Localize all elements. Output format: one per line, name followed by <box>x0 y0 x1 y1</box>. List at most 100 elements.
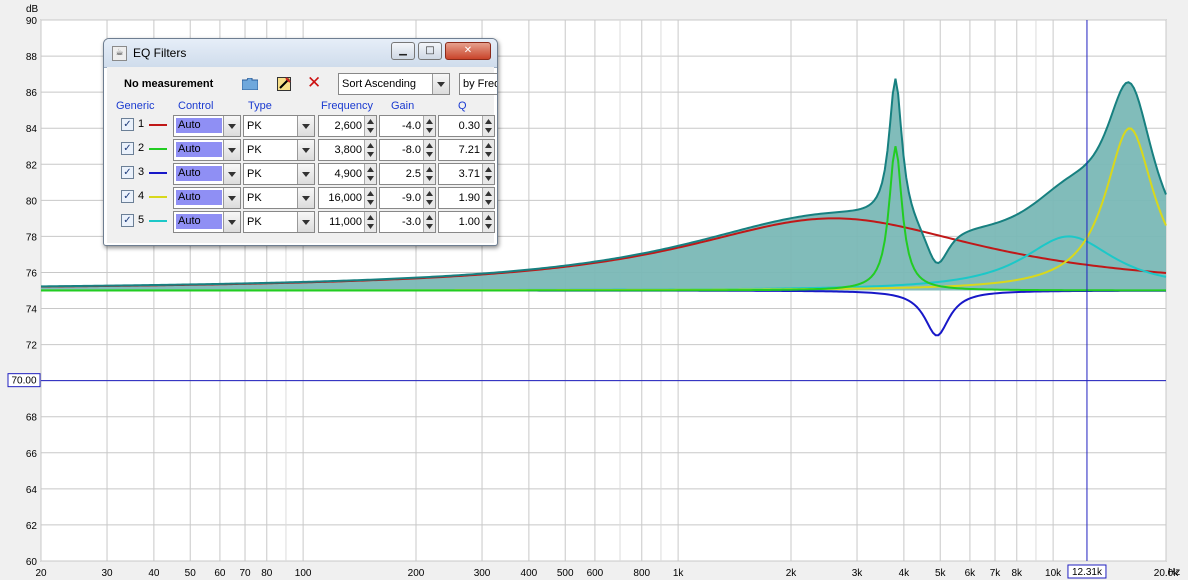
x-tick-label: 8k <box>1011 568 1023 579</box>
control-select-value: Auto <box>176 214 222 229</box>
x-tick-label: 30 <box>101 568 113 579</box>
filter-row: ✓ 4 Auto PK 16,000 -9.0 1.90 <box>107 186 495 209</box>
q-field[interactable]: 3.71 <box>438 163 495 185</box>
x-tick-label: 6k <box>965 568 977 579</box>
control-select[interactable]: Auto <box>173 139 241 161</box>
control-select-value: Auto <box>176 166 222 181</box>
chevron-down-icon[interactable] <box>223 212 240 232</box>
header-gain: Gain <box>391 100 415 112</box>
chevron-down-icon[interactable] <box>297 116 314 136</box>
folder-icon[interactable] <box>242 78 258 90</box>
q-field[interactable]: 1.00 <box>438 211 495 233</box>
frequency-value: 4,900 <box>334 168 362 180</box>
spinner-arrows-icon[interactable] <box>423 140 435 160</box>
control-select[interactable]: Auto <box>173 187 241 209</box>
x-tick-label: 600 <box>587 568 604 579</box>
filter-enable-checkbox[interactable]: ✓ <box>121 190 134 203</box>
type-select[interactable]: PK <box>243 139 315 161</box>
spinner-arrows-icon[interactable] <box>423 164 435 184</box>
q-value: 1.90 <box>458 192 480 204</box>
chevron-down-icon[interactable] <box>223 164 240 184</box>
filter-color-swatch <box>149 148 167 150</box>
chevron-down-icon[interactable] <box>297 164 314 184</box>
type-select[interactable]: PK <box>243 211 315 233</box>
header-control: Control <box>178 100 214 112</box>
spinner-arrows-icon[interactable] <box>482 140 494 160</box>
x-tick-label: 100 <box>295 568 312 579</box>
filter-enable-checkbox[interactable]: ✓ <box>121 142 134 155</box>
filter-enable-checkbox[interactable]: ✓ <box>121 214 134 227</box>
type-select[interactable]: PK <box>243 115 315 137</box>
filter-enable-checkbox[interactable]: ✓ <box>121 118 134 131</box>
gain-field[interactable]: -3.0 <box>379 211 436 233</box>
spinner-arrows-icon[interactable] <box>364 116 376 136</box>
y-unit-label: dB <box>26 4 39 15</box>
spinner-arrows-icon[interactable] <box>482 212 494 232</box>
spinner-arrows-icon[interactable] <box>364 188 376 208</box>
chevron-down-icon[interactable] <box>223 140 240 160</box>
chevron-down-icon[interactable] <box>297 188 314 208</box>
q-field[interactable]: 7.21 <box>438 139 495 161</box>
minimize-button[interactable]: ▁ <box>391 42 415 60</box>
gain-field[interactable]: 2.5 <box>379 163 436 185</box>
window-titlebar[interactable]: ☕ EQ Filters ▁ □ ✕ <box>104 39 497 68</box>
spinner-arrows-icon[interactable] <box>423 188 435 208</box>
chevron-down-icon[interactable] <box>297 212 314 232</box>
spinner-arrows-icon[interactable] <box>423 116 435 136</box>
filter-number: 4 <box>138 190 145 202</box>
x-tick-label: 500 <box>557 568 574 579</box>
q-field[interactable]: 1.90 <box>438 187 495 209</box>
control-select[interactable]: Auto <box>173 163 241 185</box>
window-title: EQ Filters <box>133 46 187 60</box>
spinner-arrows-icon[interactable] <box>482 116 494 136</box>
spinner-arrows-icon[interactable] <box>364 140 376 160</box>
y-tick-label: 64 <box>26 485 38 496</box>
type-select[interactable]: PK <box>243 187 315 209</box>
sort-select-value: Sort Ascending <box>342 78 416 90</box>
gain-field[interactable]: -9.0 <box>379 187 436 209</box>
gain-field[interactable]: -8.0 <box>379 139 436 161</box>
chevron-down-icon[interactable] <box>432 74 449 94</box>
spinner-arrows-icon[interactable] <box>364 164 376 184</box>
gain-value: -8.0 <box>402 144 421 156</box>
filter-color-swatch <box>149 124 167 126</box>
frequency-field[interactable]: 16,000 <box>318 187 377 209</box>
eq-filters-window[interactable]: ☕ EQ Filters ▁ □ ✕ No measurement ✕ Sort… <box>103 38 498 246</box>
type-select[interactable]: PK <box>243 163 315 185</box>
sort-by-select[interactable]: by Frequency <box>459 73 497 95</box>
spinner-arrows-icon[interactable] <box>482 188 494 208</box>
x-tick-label: 80 <box>261 568 273 579</box>
frequency-field[interactable]: 11,000 <box>318 211 377 233</box>
y-tick-label: 74 <box>26 305 38 316</box>
frequency-field[interactable]: 2,600 <box>318 115 377 137</box>
sort-by-select-value: by Frequency <box>463 78 497 90</box>
y-tick-label: 66 <box>26 449 38 460</box>
header-type: Type <box>248 100 272 112</box>
spinner-arrows-icon[interactable] <box>364 212 376 232</box>
spinner-arrows-icon[interactable] <box>423 212 435 232</box>
chevron-down-icon[interactable] <box>297 140 314 160</box>
control-select[interactable]: Auto <box>173 211 241 233</box>
close-button[interactable]: ✕ <box>445 42 491 60</box>
spinner-arrows-icon[interactable] <box>482 164 494 184</box>
maximize-button[interactable]: □ <box>418 42 442 60</box>
control-select[interactable]: Auto <box>173 115 241 137</box>
gain-field[interactable]: -4.0 <box>379 115 436 137</box>
q-field[interactable]: 0.30 <box>438 115 495 137</box>
chevron-down-icon[interactable] <box>223 188 240 208</box>
gain-value: 2.5 <box>405 168 421 180</box>
x-tick-label: 300 <box>474 568 491 579</box>
q-value: 3.71 <box>458 168 480 180</box>
edit-icon[interactable] <box>277 76 292 91</box>
frequency-field[interactable]: 3,800 <box>318 139 377 161</box>
type-select-value: PK <box>247 120 262 132</box>
frequency-field[interactable]: 4,900 <box>318 163 377 185</box>
filter-enable-checkbox[interactable]: ✓ <box>121 166 134 179</box>
x-tick-label: 4k <box>899 568 911 579</box>
x-tick-label: 7k <box>990 568 1002 579</box>
y-tick-label: 84 <box>26 124 38 135</box>
delete-icon[interactable]: ✕ <box>307 73 321 93</box>
sort-select[interactable]: Sort Ascending <box>338 73 450 95</box>
x-tick-label: 200 <box>408 568 425 579</box>
chevron-down-icon[interactable] <box>223 116 240 136</box>
